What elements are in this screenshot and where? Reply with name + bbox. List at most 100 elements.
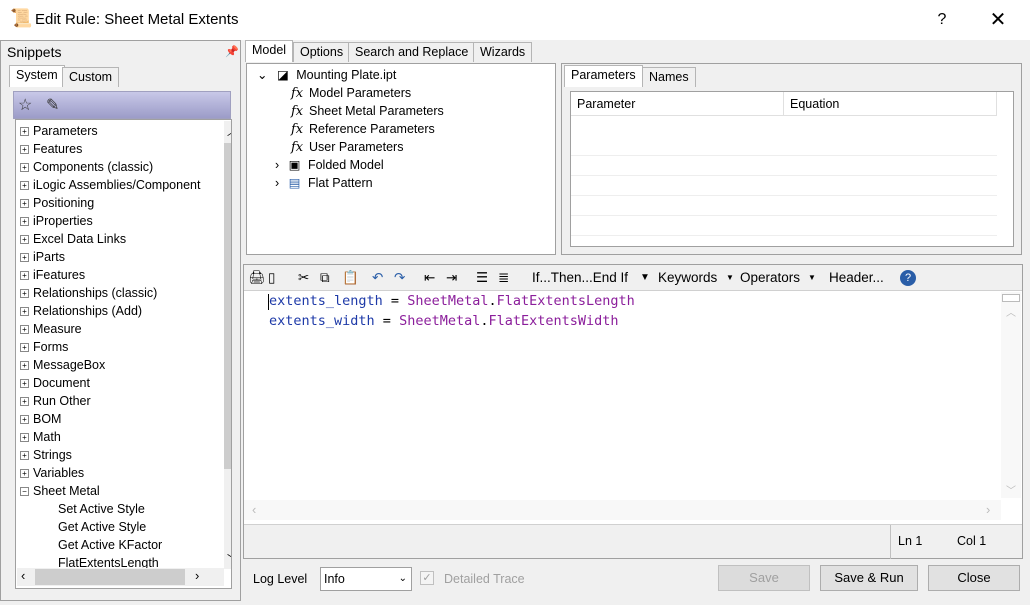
tab-wizards[interactable]: Wizards	[473, 42, 533, 62]
code-line-1[interactable]: extents_length = SheetMetal.FlatExtentsL…	[269, 293, 635, 309]
expand-icon[interactable]: +	[20, 451, 29, 460]
expand-icon[interactable]: +	[20, 397, 29, 406]
param-user[interactable]: fx User Parameters	[291, 138, 403, 156]
pin-icon[interactable]: 📌	[225, 45, 239, 58]
redo-icon[interactable]: ↷	[394, 268, 405, 288]
expand-icon[interactable]: +	[20, 235, 29, 244]
tree-root[interactable]: ⌄ ◪ Mounting Plate.ipt	[257, 66, 396, 84]
snippet-category[interactable]: − Sheet Metal	[20, 482, 100, 500]
expand-icon[interactable]: +	[20, 325, 29, 334]
save-run-button[interactable]: Save & Run	[820, 565, 918, 591]
param-reference[interactable]: fx Reference Parameters	[291, 120, 435, 138]
expand-icon[interactable]: +	[20, 343, 29, 352]
snippet-category[interactable]: + Forms	[20, 338, 68, 356]
tab-system[interactable]: System	[9, 65, 65, 87]
paste-icon[interactable]: 📋	[342, 268, 359, 288]
scroll-down-icon[interactable]: ﹀	[1006, 482, 1016, 497]
snippet-item[interactable]: Get Active Style	[58, 518, 146, 536]
snippet-category[interactable]: + Variables	[20, 464, 84, 482]
operators-menu[interactable]: Operators	[740, 268, 800, 288]
snippet-category[interactable]: + iProperties	[20, 212, 93, 230]
comment-icon[interactable]: ☰	[476, 268, 488, 288]
expand-icon[interactable]: +	[20, 127, 29, 136]
snippet-category[interactable]: + Relationships (Add)	[20, 302, 142, 320]
snippet-category[interactable]: + iLogic Assemblies/Component	[20, 176, 200, 194]
expand-icon[interactable]: +	[20, 199, 29, 208]
editor-vscroll[interactable]: ︿ ﹀	[1001, 292, 1021, 498]
star-filter-icon[interactable]: ☆	[18, 95, 32, 115]
header-button[interactable]: Header...	[829, 268, 884, 288]
dropdown-arrow-icon[interactable]: ▼	[808, 268, 816, 288]
close-button[interactable]: Close	[928, 565, 1020, 591]
collapse-icon[interactable]: −	[20, 487, 29, 496]
help-icon[interactable]: ?	[900, 270, 916, 286]
tab-parameters[interactable]: Parameters	[564, 65, 643, 87]
scroll-thumb[interactable]	[224, 143, 231, 469]
snippet-category[interactable]: + Run Other	[20, 392, 91, 410]
print-icon[interactable]: 🖨	[248, 268, 265, 288]
snippet-category[interactable]: + Document	[20, 374, 90, 392]
tab-names[interactable]: Names	[642, 67, 696, 87]
scroll-right-icon[interactable]: ›	[986, 502, 990, 517]
expand-icon[interactable]: +	[20, 253, 29, 262]
if-then-button[interactable]: If...Then...End If	[532, 268, 628, 288]
expand-icon[interactable]: +	[20, 433, 29, 442]
snippet-item[interactable]: Get Active KFactor	[58, 536, 162, 554]
hscroll-thumb[interactable]	[35, 569, 185, 585]
expand-icon[interactable]: +	[20, 307, 29, 316]
indent-icon[interactable]: ⇥	[446, 268, 457, 288]
log-level-select[interactable]: Info ⌄	[320, 567, 412, 591]
code-line-2[interactable]: extents_width = SheetMetal.FlatExtentsWi…	[269, 313, 619, 329]
tab-model[interactable]: Model	[245, 40, 294, 62]
scroll-left-icon[interactable]: ‹	[21, 568, 25, 583]
close-window-button[interactable]: ✕	[985, 8, 1011, 32]
expand-icon[interactable]: +	[20, 217, 29, 226]
star-edit-icon[interactable]: ✎	[46, 95, 59, 115]
column-parameter[interactable]: Parameter	[571, 92, 784, 116]
snippets-hscroll[interactable]: ‹ ›	[17, 568, 224, 586]
snippet-category[interactable]: + iParts	[20, 248, 65, 266]
snippet-category[interactable]: + Positioning	[20, 194, 94, 212]
expand-icon[interactable]: +	[20, 469, 29, 478]
dropdown-arrow-icon[interactable]: ▼	[640, 268, 650, 288]
node-folded-model[interactable]: › ▣ Folded Model	[275, 156, 384, 174]
help-button[interactable]: ?	[930, 8, 954, 32]
snippet-category[interactable]: + Features	[20, 140, 82, 158]
dropdown-arrow-icon[interactable]: ▼	[726, 268, 734, 288]
undo-icon[interactable]: ↶	[372, 268, 383, 288]
detailed-trace-checkbox[interactable]: ✓	[420, 571, 434, 585]
expand-icon[interactable]: +	[20, 289, 29, 298]
expand-icon[interactable]: +	[20, 145, 29, 154]
snippet-item[interactable]: Set Active Style	[58, 500, 145, 518]
snippet-category[interactable]: + MessageBox	[20, 356, 105, 374]
scroll-down-icon[interactable]: ﹀	[227, 551, 231, 567]
snippet-category[interactable]: + Relationships (classic)	[20, 284, 157, 302]
save-button[interactable]: Save	[718, 565, 810, 591]
expand-icon[interactable]: +	[20, 361, 29, 370]
snippet-category[interactable]: + iFeatures	[20, 266, 85, 284]
node-flat-pattern[interactable]: › ▤ Flat Pattern	[275, 174, 373, 192]
scroll-thumb[interactable]	[1002, 294, 1020, 302]
uncomment-icon[interactable]: ≣	[498, 268, 509, 288]
editor-hscroll[interactable]: ‹ ›	[244, 500, 1001, 520]
scroll-up-icon[interactable]: ︿	[227, 123, 231, 139]
outdent-icon[interactable]: ⇤	[424, 268, 435, 288]
preview-icon[interactable]: ▯	[268, 268, 275, 288]
cut-icon[interactable]: ✂	[298, 268, 309, 288]
param-sheet-metal[interactable]: fx Sheet Metal Parameters	[291, 102, 444, 120]
expand-icon[interactable]: +	[20, 379, 29, 388]
snippet-category[interactable]: + BOM	[20, 410, 61, 428]
column-equation[interactable]: Equation	[784, 92, 997, 116]
snippet-category[interactable]: + Components (classic)	[20, 158, 153, 176]
keywords-menu[interactable]: Keywords	[658, 268, 717, 288]
chevron-right-icon[interactable]: ›	[275, 176, 279, 190]
tab-options[interactable]: Options	[293, 42, 351, 62]
param-model[interactable]: fx Model Parameters	[291, 84, 411, 102]
chevron-down-icon[interactable]: ⌄	[257, 68, 267, 82]
tab-search-replace[interactable]: Search and Replace	[348, 42, 476, 62]
copy-icon[interactable]: ⧉	[320, 268, 330, 288]
snippets-vscroll[interactable]: ︿ ﹀	[224, 121, 231, 569]
chevron-right-icon[interactable]: ›	[275, 158, 279, 172]
expand-icon[interactable]: +	[20, 271, 29, 280]
scroll-up-icon[interactable]: ︿	[1006, 304, 1016, 319]
